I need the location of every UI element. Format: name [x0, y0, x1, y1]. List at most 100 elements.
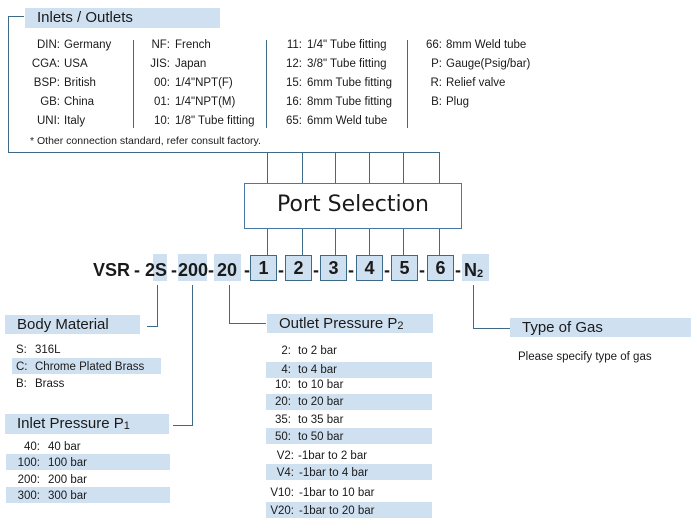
code-desc: Relief valve — [446, 77, 506, 89]
separator: - — [278, 260, 284, 280]
code-desc: 1/4"NPT(M) — [175, 96, 236, 108]
code-desc: 1/8" Tube fitting — [175, 115, 255, 127]
code-label: DIN: — [37, 39, 60, 51]
separator: - — [171, 260, 177, 280]
gas-type-note: Please specify type of gas — [518, 351, 652, 363]
code-desc: -1bar to 4 bar — [299, 467, 369, 479]
inlet-code: 200 — [178, 260, 209, 280]
separator: - — [419, 260, 425, 280]
code-desc: to 4 bar — [298, 364, 337, 376]
inlet-pressure-title: Inlet Pressure P1 — [5, 414, 169, 434]
code-label: CGA: — [31, 58, 60, 70]
code-label: JIS: — [150, 58, 170, 70]
code-label: 11: — [286, 39, 302, 51]
gas-code: N2 — [464, 256, 483, 287]
code-desc: to 35 bar — [298, 414, 344, 426]
code-desc: Brass — [35, 378, 65, 390]
code-desc: Germany — [64, 39, 112, 51]
body-code: 2S — [145, 260, 168, 280]
code-desc: China — [64, 96, 95, 108]
code-label: 100: — [17, 457, 40, 469]
inlets-outlets-title: Inlets / Outlets — [25, 8, 220, 28]
bracket-line — [8, 16, 9, 153]
code-desc: -1bar to 2 bar — [298, 450, 368, 462]
port-code-3: 3 — [320, 255, 347, 281]
code-desc: 6mm Weld tube — [307, 115, 388, 127]
connector-line — [403, 229, 404, 256]
connector-line — [439, 153, 440, 184]
port-code-2: 2 — [285, 255, 312, 281]
connector-line — [229, 323, 266, 324]
code-desc: to 20 bar — [298, 396, 344, 408]
code-label: B: — [431, 96, 442, 108]
port-selection-box: Port Selection — [244, 183, 462, 229]
code-desc: 8mm Tube fitting — [307, 96, 393, 108]
gas-type-title: Type of Gas — [510, 318, 691, 337]
connector-line — [473, 285, 474, 328]
connector-line — [192, 285, 193, 426]
connector-line — [229, 285, 230, 323]
port-code-6: 6 — [427, 255, 454, 281]
code-desc: to 2 bar — [298, 345, 337, 357]
connector-line — [335, 229, 336, 256]
code-desc: 6mm Tube fitting — [307, 77, 393, 89]
inlet-pressure-title-text: Inlet Pressure P — [17, 415, 124, 432]
code-desc: 200 bar — [48, 474, 88, 486]
code-desc: French — [175, 39, 211, 51]
outlet-pressure-title-subscript: 2 — [397, 320, 404, 332]
port-code-1: 1 — [250, 255, 277, 281]
code-label: 50: — [275, 431, 291, 443]
code-label: B: — [16, 378, 27, 390]
connector-line — [335, 153, 336, 184]
gas-code-letter: N — [464, 260, 477, 280]
connector-line — [403, 153, 404, 184]
gas-code-subscript: 2 — [477, 268, 484, 280]
code-desc: -1bar to 10 bar — [299, 487, 375, 499]
separator: - — [384, 260, 390, 280]
separator: - — [455, 260, 461, 280]
code-label: UNI: — [37, 115, 60, 127]
code-desc: 3/8" Tube fitting — [307, 58, 387, 70]
code-label: V2: — [276, 450, 294, 462]
connector-line — [157, 285, 158, 326]
footnote: * Other connection standard, refer consu… — [30, 135, 261, 147]
connector-line — [439, 229, 440, 256]
body-material-title: Body Material — [5, 315, 140, 334]
connector-line — [267, 153, 268, 184]
separator: - — [134, 260, 140, 280]
code-desc: Chrome Plated Brass — [35, 361, 145, 373]
column-divider — [133, 40, 134, 128]
code-desc: USA — [64, 58, 88, 70]
code-desc: Italy — [64, 115, 86, 127]
code-label: S: — [16, 344, 27, 356]
port-code-4: 4 — [356, 255, 383, 281]
code-label: 300: — [17, 490, 40, 502]
connector-line — [302, 229, 303, 256]
separator: - — [313, 260, 319, 280]
code-label: 40: — [24, 441, 40, 453]
column-divider — [407, 40, 408, 128]
code-desc: to 10 bar — [298, 379, 344, 391]
code-label: BSP: — [33, 77, 60, 89]
code-label: 20: — [275, 396, 291, 408]
code-label: 2: — [281, 345, 291, 357]
bracket-line — [8, 16, 24, 17]
bracket-line — [8, 152, 440, 153]
outlet-pressure-title: Outlet Pressure P2 — [267, 314, 433, 333]
outlet-code: 20 — [217, 260, 238, 280]
code-label: C: — [16, 361, 28, 373]
code-label: 10: — [275, 379, 291, 391]
connector-line — [267, 229, 268, 256]
code-desc: 1/4"NPT(F) — [175, 77, 233, 89]
code-desc: 316L — [35, 344, 61, 356]
model-prefix: VSR — [93, 260, 131, 280]
code-desc: 100 bar — [48, 457, 88, 469]
code-label: V4: — [276, 467, 294, 479]
code-label: 16: — [286, 96, 302, 108]
connector-line — [369, 229, 370, 256]
inlet-pressure-title-subscript: 1 — [123, 420, 130, 432]
code-label: NF: — [151, 39, 170, 51]
code-desc: Japan — [175, 58, 207, 70]
connector-line — [173, 425, 193, 426]
code-desc: to 50 bar — [298, 431, 344, 443]
